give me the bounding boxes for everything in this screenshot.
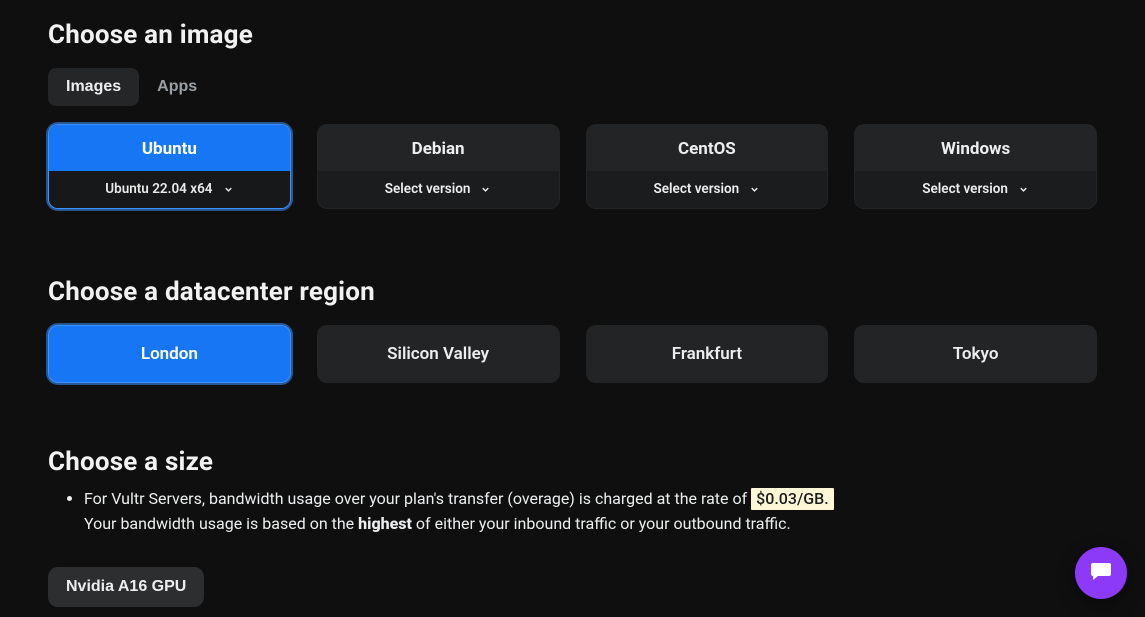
choose-size-title: Choose a size (48, 447, 1097, 477)
image-tabs: Images Apps (48, 68, 1097, 106)
tab-apps[interactable]: Apps (139, 68, 215, 106)
note-text-2b: of either your inbound traffic or your o… (412, 514, 791, 533)
choose-region-section: Choose a datacenter region London Silico… (48, 249, 1097, 383)
chevron-down-icon (480, 184, 491, 195)
region-card-tokyo[interactable]: Tokyo (854, 325, 1097, 383)
os-version-label: Select version (385, 181, 471, 197)
os-version-dropdown[interactable]: Select version (587, 171, 828, 208)
os-card-centos[interactable]: CentOS Select version (586, 124, 829, 209)
region-card-london[interactable]: London (48, 325, 291, 383)
os-card-ubuntu[interactable]: Ubuntu Ubuntu 22.04 x64 (48, 124, 291, 209)
os-version-label: Select version (922, 181, 1008, 197)
choose-region-title: Choose a datacenter region (48, 277, 1097, 307)
region-grid: London Silicon Valley Frankfurt Tokyo (48, 325, 1097, 383)
gpu-type-button[interactable]: Nvidia A16 GPU (48, 567, 204, 607)
os-version-dropdown[interactable]: Ubuntu 22.04 x64 (49, 171, 290, 208)
note-text-1: For Vultr Servers, bandwidth usage over … (84, 489, 751, 508)
region-card-silicon-valley[interactable]: Silicon Valley (317, 325, 560, 383)
chevron-down-icon (223, 184, 234, 195)
os-name: Debian (318, 125, 559, 171)
os-version-label: Ubuntu 22.04 x64 (105, 181, 212, 197)
bandwidth-note: For Vultr Servers, bandwidth usage over … (84, 487, 1097, 537)
os-card-debian[interactable]: Debian Select version (317, 124, 560, 209)
tab-images[interactable]: Images (48, 68, 139, 106)
chat-icon (1089, 559, 1113, 587)
choose-image-section: Choose an image Images Apps Ubuntu Ubunt… (48, 0, 1097, 209)
os-version-dropdown[interactable]: Select version (318, 171, 559, 208)
os-grid: Ubuntu Ubuntu 22.04 x64 Debian Select ve… (48, 124, 1097, 209)
size-notes: For Vultr Servers, bandwidth usage over … (48, 487, 1097, 537)
os-name: Windows (855, 125, 1096, 171)
region-card-frankfurt[interactable]: Frankfurt (586, 325, 829, 383)
os-version-dropdown[interactable]: Select version (855, 171, 1096, 208)
os-card-windows[interactable]: Windows Select version (854, 124, 1097, 209)
chevron-down-icon (749, 184, 760, 195)
choose-size-section: Choose a size For Vultr Servers, bandwid… (48, 423, 1097, 607)
choose-image-title: Choose an image (48, 20, 1097, 50)
overage-price: $0.03/GB. (751, 488, 834, 510)
chat-launcher-button[interactable] (1075, 547, 1127, 599)
os-version-label: Select version (654, 181, 740, 197)
note-text-2a: Your bandwidth usage is based on the (84, 514, 358, 533)
os-name: CentOS (587, 125, 828, 171)
note-highest: highest (358, 514, 412, 533)
os-name: Ubuntu (49, 125, 290, 171)
chevron-down-icon (1018, 184, 1029, 195)
